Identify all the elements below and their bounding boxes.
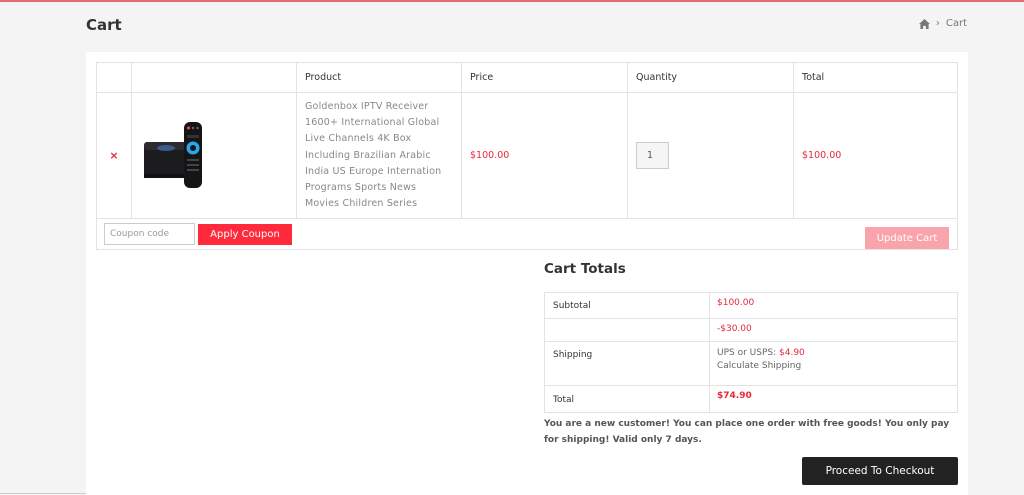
breadcrumb-current: Cart — [945, 18, 967, 29]
subtotal-row: Subtotal $100.00 — [544, 292, 958, 319]
header-remove — [96, 62, 132, 93]
cart-actions-cell: Coupon code Apply Coupon Update Cart — [96, 218, 958, 251]
subtotal-value: $100.00 — [709, 292, 958, 319]
home-icon[interactable] — [918, 18, 930, 29]
header-thumbnail — [131, 62, 297, 93]
product-name-link[interactable]: Goldenbox IPTV Receiver 1600+ Internatio… — [297, 93, 461, 218]
top-accent-line — [0, 0, 1024, 2]
shipping-cost: $4.90 — [779, 348, 805, 358]
header-price: Price — [461, 62, 628, 93]
page-title: Cart — [86, 16, 122, 34]
remove-cell: × — [96, 91, 132, 220]
header-product: Product — [296, 62, 462, 93]
cart-table: Product Price Quantity Total × Goldenbox… — [96, 62, 958, 251]
breadcrumb: › Cart — [918, 18, 967, 29]
product-name-cell: Goldenbox IPTV Receiver 1600+ Internatio… — [296, 91, 462, 220]
shipping-method: UPS or USPS: — [717, 348, 777, 358]
discount-row: -$30.00 — [544, 318, 958, 342]
shipping-row: Shipping UPS or USPS: $4.90 Calculate Sh… — [544, 341, 958, 386]
quantity-cell: 1 — [627, 91, 794, 220]
discount-value: -$30.00 — [709, 318, 958, 342]
remove-icon[interactable]: × — [109, 149, 118, 162]
line-total: $100.00 — [793, 91, 958, 220]
total-label: Total — [544, 385, 710, 413]
order-total-row: Total $74.90 — [544, 385, 958, 413]
discount-label — [544, 318, 710, 342]
new-customer-notice: You are a new customer! You can place on… — [544, 419, 950, 445]
apply-coupon-button[interactable]: Apply Coupon — [198, 223, 292, 245]
header-total: Total — [793, 62, 958, 93]
proceed-to-checkout-button[interactable]: Proceed To Checkout — [802, 457, 958, 485]
cart-item-row: × Goldenbox IPTV Receiver 1600+ Internat… — [96, 91, 958, 220]
cart-totals-table: Subtotal $100.00 -$30.00 Shipping UPS or… — [544, 292, 958, 413]
shipping-label: Shipping — [544, 341, 710, 386]
update-cart-button[interactable]: Update Cart — [865, 227, 949, 250]
product-image[interactable] — [140, 120, 220, 192]
product-price: $100.00 — [461, 91, 628, 220]
footer-divider — [0, 493, 86, 494]
product-thumbnail-cell — [131, 91, 297, 220]
quantity-input[interactable]: 1 — [636, 142, 669, 170]
tv-box-image — [144, 141, 190, 178]
remote-control-image — [184, 121, 202, 188]
cart-table-header: Product Price Quantity Total — [96, 62, 958, 93]
coupon-form: Coupon code Apply Coupon Update Cart — [97, 223, 957, 250]
cart-totals-title: Cart Totals — [544, 261, 626, 277]
calculate-shipping-link[interactable]: Calculate Shipping — [717, 361, 801, 371]
cart-actions-row: Coupon code Apply Coupon Update Cart — [96, 218, 958, 251]
cart-content-card: Product Price Quantity Total × Goldenbox… — [86, 52, 968, 495]
shipping-options: UPS or USPS: $4.90 Calculate Shipping — [709, 341, 958, 386]
subtotal-label: Subtotal — [544, 292, 710, 319]
coupon-code-input[interactable]: Coupon code — [104, 223, 195, 246]
breadcrumb-separator: › — [935, 18, 940, 29]
total-value: $74.90 — [709, 385, 958, 413]
header-quantity: Quantity — [627, 62, 794, 93]
